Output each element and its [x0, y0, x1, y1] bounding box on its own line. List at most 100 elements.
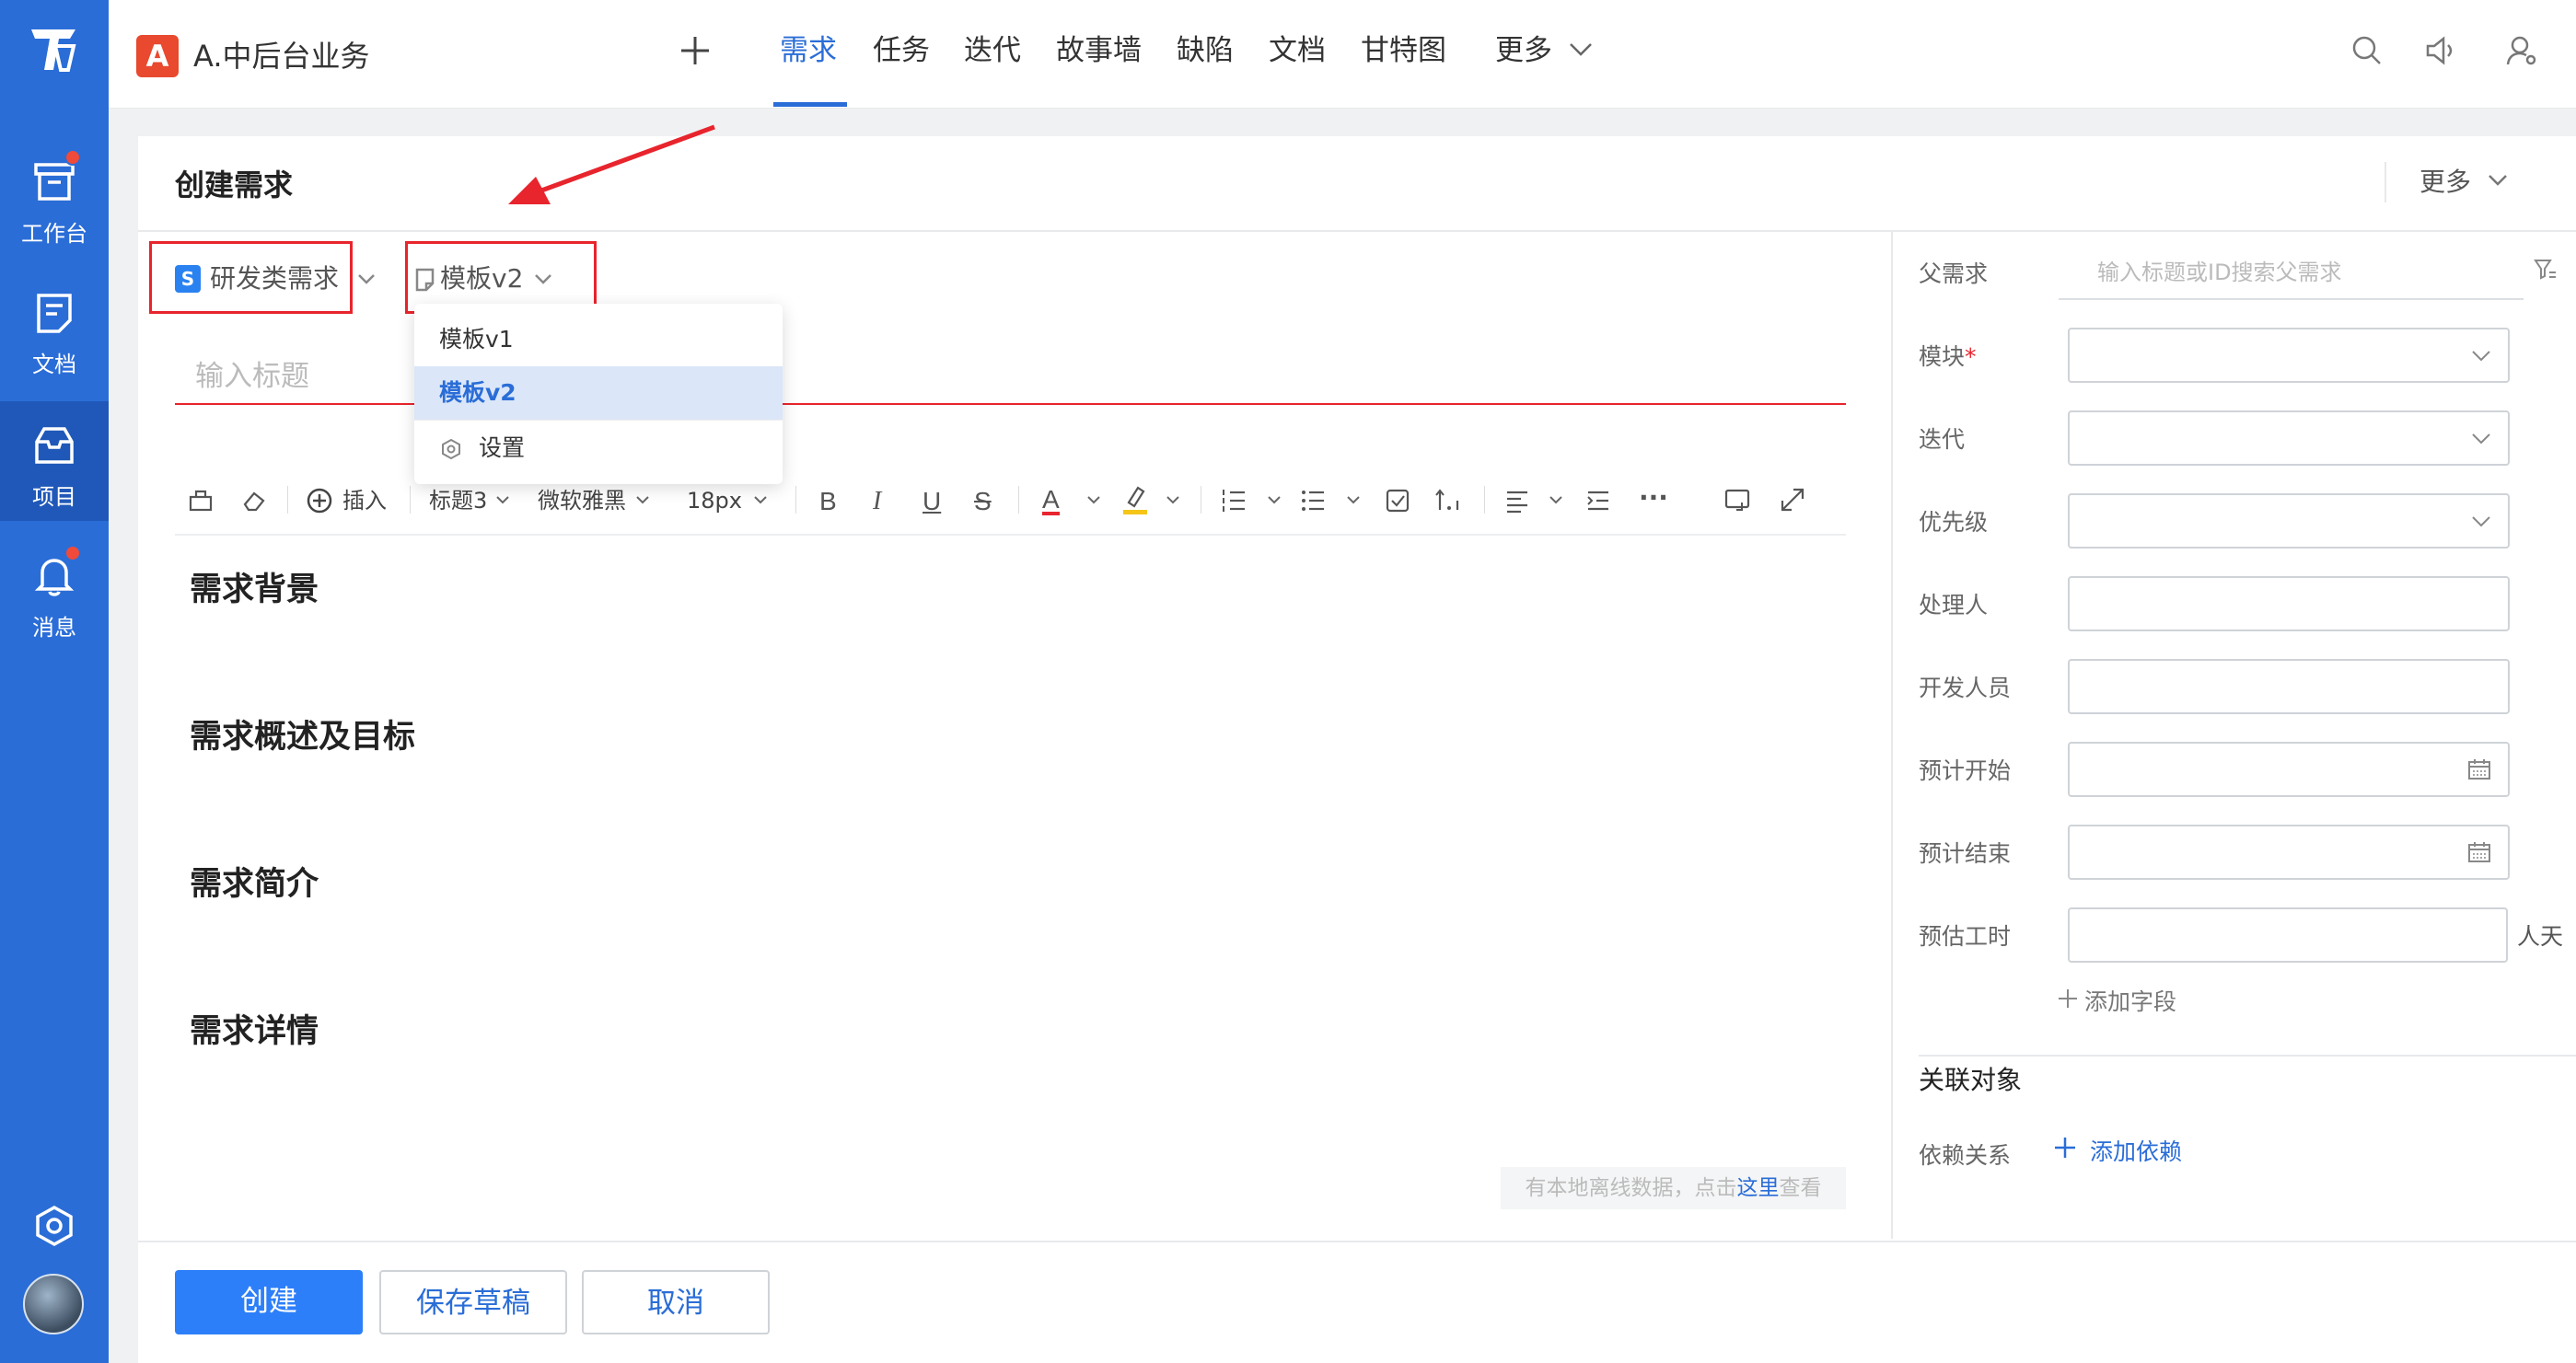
- create-button[interactable]: 创建: [175, 1270, 363, 1334]
- divider: [1919, 1055, 2576, 1057]
- field-label-priority: 优先级: [1919, 509, 1989, 536]
- highlight-color-icon[interactable]: [1121, 484, 1149, 515]
- format-painter-icon[interactable]: [188, 488, 214, 514]
- iteration-select[interactable]: [2068, 410, 2510, 466]
- settings-icon[interactable]: [33, 1205, 75, 1247]
- chevron-down-icon: [2472, 433, 2490, 445]
- toolbar-separator: [287, 486, 288, 514]
- template-select[interactable]: 模板v2: [440, 261, 523, 296]
- align-left-icon[interactable]: [1504, 488, 1530, 514]
- section-heading-overview[interactable]: 需求概述及目标: [190, 710, 415, 757]
- offline-data-link[interactable]: 这里: [1737, 1176, 1780, 1200]
- font-color-icon[interactable]: A: [1042, 487, 1060, 515]
- tab-defects[interactable]: 缺陷: [1177, 28, 1234, 74]
- chevron-down-icon[interactable]: [2488, 174, 2508, 187]
- section-heading-background[interactable]: 需求背景: [190, 563, 319, 610]
- field-label-start-date: 预计开始: [1919, 757, 2012, 784]
- document-icon: [37, 294, 72, 333]
- parent-requirement-search[interactable]: [2059, 247, 2524, 300]
- estimate-unit: 人天: [2517, 923, 2564, 950]
- project-icon: [35, 427, 74, 464]
- avatar[interactable]: [23, 1274, 84, 1334]
- assignee-input[interactable]: [2068, 576, 2510, 631]
- end-date-picker[interactable]: [2068, 825, 2510, 880]
- module-select[interactable]: [2068, 328, 2510, 383]
- tab-iterations[interactable]: 迭代: [964, 28, 1021, 74]
- chevron-down-icon[interactable]: [357, 273, 376, 285]
- tab-story-wall[interactable]: 故事墙: [1056, 28, 1142, 74]
- chevron-down-icon[interactable]: [1569, 42, 1593, 57]
- sidebar-item-project[interactable]: 项目: [0, 401, 109, 521]
- search-icon[interactable]: [2351, 35, 2383, 66]
- developer-input[interactable]: [2068, 659, 2510, 714]
- field-label-text: 模块: [1919, 343, 1966, 370]
- chevron-down-icon[interactable]: [1086, 495, 1101, 505]
- chevron-down-icon[interactable]: [1267, 495, 1282, 505]
- cancel-button[interactable]: 取消: [582, 1270, 770, 1334]
- save-draft-button[interactable]: 保存草稿: [379, 1270, 567, 1334]
- bullet-list-icon[interactable]: [1300, 488, 1326, 514]
- fullscreen-icon[interactable]: [1779, 486, 1806, 514]
- project-name[interactable]: A.中后台业务: [193, 35, 370, 77]
- project-badge[interactable]: A: [136, 35, 179, 77]
- speaker-icon[interactable]: [2425, 35, 2456, 66]
- filter-icon[interactable]: [2534, 258, 2558, 282]
- plus-icon[interactable]: [679, 35, 711, 66]
- start-date-picker[interactable]: [2068, 742, 2510, 797]
- sidebar-item-workbench[interactable]: 工作台: [0, 138, 109, 258]
- underline-icon[interactable]: U: [922, 488, 941, 515]
- ordered-list-icon[interactable]: [1221, 488, 1247, 514]
- sidebar-item-label: 消息: [32, 615, 76, 641]
- section-heading-intro[interactable]: 需求简介: [190, 858, 319, 905]
- line-height-icon[interactable]: [1434, 488, 1462, 514]
- strikethrough-icon[interactable]: S: [974, 488, 992, 515]
- italic-icon[interactable]: I: [873, 488, 881, 515]
- tab-more[interactable]: 更多: [1495, 28, 1552, 74]
- tab-gantt[interactable]: 甘特图: [1361, 28, 1446, 74]
- template-option-v2[interactable]: 模板v2: [414, 366, 783, 420]
- insert-button[interactable]: 插入: [342, 480, 387, 521]
- chevron-down-icon[interactable]: [1346, 495, 1361, 505]
- bold-icon[interactable]: B: [819, 488, 837, 515]
- tab-docs[interactable]: 文档: [1269, 28, 1326, 74]
- app-logo-icon[interactable]: [28, 26, 79, 74]
- section-heading-detail[interactable]: 需求详情: [190, 1005, 319, 1052]
- template-option-v1[interactable]: 模板v1: [414, 313, 783, 366]
- annotation-arrow: [508, 124, 715, 204]
- chevron-down-icon[interactable]: [635, 495, 650, 505]
- sidebar-item-docs[interactable]: 文档: [0, 269, 109, 388]
- estimate-input[interactable]: [2068, 907, 2508, 963]
- font-family-select[interactable]: 微软雅黑: [538, 480, 626, 521]
- tab-tasks[interactable]: 任务: [873, 28, 930, 74]
- add-field-label: 添加字段: [2084, 988, 2177, 1015]
- add-dependency-label: 添加依赖: [2090, 1138, 2183, 1165]
- required-marker: *: [1965, 343, 1977, 370]
- font-size-select[interactable]: 18px: [687, 480, 742, 521]
- chevron-down-icon[interactable]: [495, 495, 510, 505]
- user-settings-icon[interactable]: [2506, 35, 2537, 66]
- related-objects-title: 关联对象: [1919, 1065, 2023, 1095]
- indent-icon[interactable]: [1585, 488, 1611, 514]
- layout-switch-icon[interactable]: [1723, 488, 1751, 514]
- chevron-down-icon: [2472, 351, 2490, 362]
- more-menu[interactable]: 更多: [2419, 162, 2471, 199]
- template-settings-item[interactable]: 设置: [414, 422, 783, 475]
- chevron-down-icon[interactable]: [1549, 495, 1563, 505]
- eraser-icon[interactable]: [241, 488, 267, 514]
- checklist-icon[interactable]: [1385, 488, 1410, 514]
- chevron-down-icon[interactable]: [534, 273, 552, 285]
- template-dropdown: 模板v1 模板v2 设置: [414, 304, 783, 484]
- heading-select[interactable]: 标题3: [429, 480, 487, 521]
- chevron-down-icon[interactable]: [753, 495, 768, 505]
- calendar-icon: [2468, 842, 2490, 862]
- divider: [414, 420, 783, 421]
- requirement-type-select[interactable]: 研发类需求: [210, 261, 339, 296]
- notification-dot: [64, 545, 81, 561]
- more-tools-icon[interactable]: ···: [1639, 484, 1668, 512]
- priority-select[interactable]: [2068, 493, 2510, 549]
- chevron-down-icon[interactable]: [1166, 495, 1180, 505]
- insert-icon[interactable]: [306, 487, 333, 514]
- sidebar-item-messages[interactable]: 消息: [0, 532, 109, 652]
- field-label-iteration: 迭代: [1919, 426, 1966, 453]
- tab-requirements[interactable]: 需求: [780, 28, 837, 74]
